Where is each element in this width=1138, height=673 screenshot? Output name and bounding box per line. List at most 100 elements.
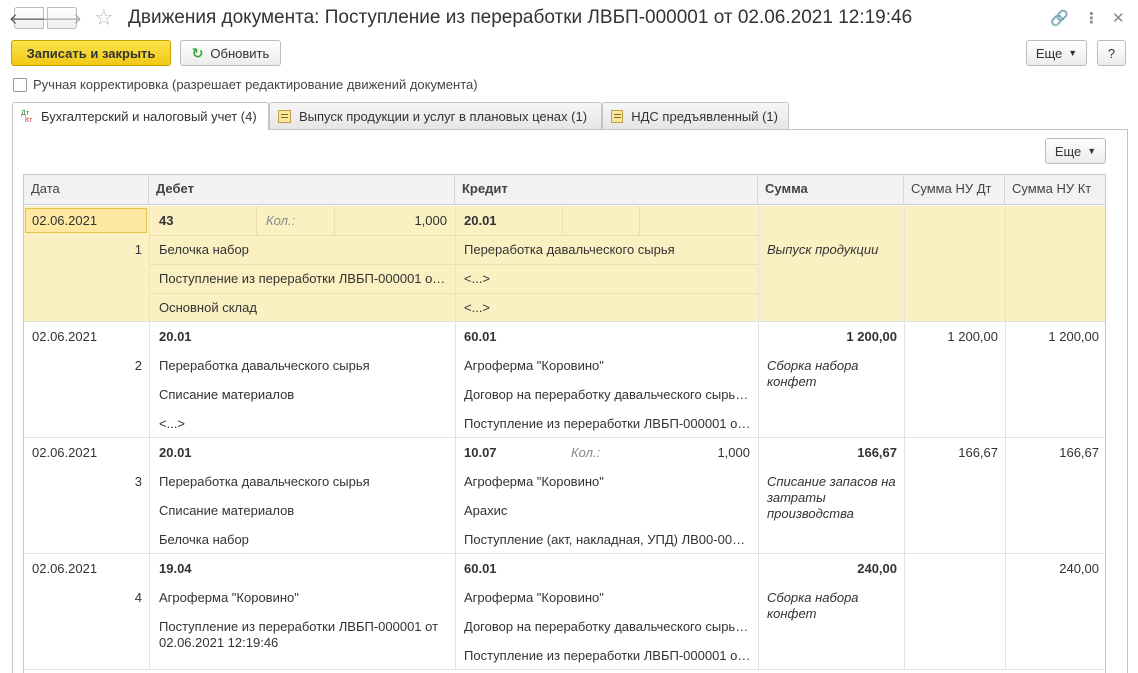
credit-account: 60.01	[464, 329, 497, 344]
title-bar: 🡐 🡒 ☆ Движения документа: Поступление из…	[0, 0, 1138, 36]
column-divider	[904, 322, 905, 438]
column-divider	[149, 438, 150, 554]
row-sum-nu-kt: 1 200,00	[1048, 329, 1099, 344]
column-divider	[904, 438, 905, 554]
register-icon	[278, 109, 291, 123]
row-number: 4	[134, 590, 142, 605]
debit-subconto: Поступление из переработки ЛВБП-000001 о…	[159, 271, 449, 286]
table-more-label: Еще	[1054, 143, 1082, 159]
debit-subconto: Агроферма "Коровино"	[159, 590, 299, 605]
row-content: Сборка набора конфет	[767, 590, 859, 621]
row-sum-nu-kt: 166,67	[1059, 445, 1099, 460]
column-header-sum-nu-kt[interactable]: Сумма НУ Кт	[1005, 175, 1105, 205]
subrow-divider	[455, 293, 758, 294]
subcell-divider	[562, 206, 563, 235]
column-divider	[1005, 554, 1006, 670]
credit-account: 20.01	[464, 213, 497, 228]
register-icon	[611, 109, 624, 123]
row-sum-nu-dt: 1 200,00	[947, 329, 998, 344]
movements-table[interactable]: Дата Дебет Кредит Сумма Сумма НУ Дт Сумм…	[23, 174, 1106, 673]
credit-subconto: Поступление из переработки ЛВБП-000001 о…	[464, 648, 751, 663]
favorite-star-icon[interactable]: ☆	[94, 5, 114, 31]
tab-vat[interactable]: НДС предъявленный (1)	[602, 102, 789, 129]
credit-subconto: Арахис	[464, 503, 508, 518]
row-date: 02.06.2021	[32, 213, 98, 228]
tab-accounting[interactable]: Дт Кт Бухгалтерский и налоговый учет (4)	[12, 102, 269, 130]
debit-account: 20.01	[159, 329, 192, 344]
row-number: 3	[134, 474, 142, 489]
table-more-button[interactable]: Еще ▼	[1045, 138, 1106, 164]
credit-subconto: Агроферма "Коровино"	[464, 474, 604, 489]
debit-subconto: Поступление из переработки ЛВБП-000001 о…	[159, 619, 439, 650]
debit-subconto: <...>	[159, 416, 186, 431]
row-date: 02.06.2021	[32, 561, 98, 576]
subrow-divider	[149, 235, 455, 236]
column-divider	[1005, 438, 1006, 554]
table-row[interactable]: 02.06.2021 3 20.01 Переработка давальческог…	[24, 438, 1105, 554]
credit-account: 60.01	[464, 561, 497, 576]
help-label: ?	[1107, 45, 1116, 61]
debit-subconto: Белочка набор	[159, 532, 249, 547]
row-date: 02.06.2021	[32, 445, 98, 460]
forward-button[interactable]: 🡒	[42, 7, 82, 29]
subrow-divider	[149, 293, 455, 294]
credit-qty: 1,000	[717, 445, 750, 460]
column-divider	[149, 322, 150, 438]
dropdown-arrow-icon: ▼	[1068, 48, 1078, 58]
table-row[interactable]: 02.06.2021 2 20.01 Переработка давальческог…	[24, 322, 1105, 438]
close-icon[interactable]: ✕	[1112, 9, 1125, 27]
column-header-debit[interactable]: Дебет	[149, 175, 455, 205]
table-row[interactable]: 02.06.2021 1 43 Кол.: 1,000 Белочка набор Пост…	[24, 206, 1105, 322]
debit-account: 43	[159, 213, 174, 228]
more-label: Еще	[1035, 45, 1063, 61]
credit-subconto: <...>	[464, 300, 491, 315]
table-header: Дата Дебет Кредит Сумма Сумма НУ Дт Сумм…	[24, 175, 1105, 205]
column-divider	[1005, 322, 1006, 438]
column-divider	[149, 554, 150, 670]
subcell-divider	[334, 206, 335, 235]
row-sum: 1 200,00	[846, 329, 897, 344]
debit-qty-label: Кол.:	[266, 213, 296, 228]
tab-planned-prices[interactable]: Выпуск продукции и услуг в плановых цена…	[269, 102, 602, 129]
row-sum: 240,00	[857, 561, 897, 576]
save-and-close-button[interactable]: Записать и закрыть	[11, 40, 171, 66]
row-sum-nu-kt: 240,00	[1059, 561, 1099, 576]
more-button[interactable]: Еще ▼	[1026, 40, 1087, 66]
refresh-button[interactable]: ↻ Обновить	[180, 40, 281, 66]
column-header-date[interactable]: Дата	[24, 175, 149, 205]
help-button[interactable]: ?	[1097, 40, 1126, 66]
column-header-sum-nu-dt[interactable]: Сумма НУ Дт	[904, 175, 1005, 205]
credit-subconto: Поступление из переработки ЛВБП-000001 о…	[464, 416, 751, 431]
row-sum: 166,67	[857, 445, 897, 460]
row-number: 2	[134, 358, 142, 373]
tab-planned-prices-label: Выпуск продукции и услуг в плановых цена…	[299, 108, 588, 124]
column-divider	[455, 438, 456, 554]
debit-subconto: Списание материалов	[159, 387, 295, 402]
debit-subconto: Списание материалов	[159, 503, 295, 518]
column-divider	[904, 206, 905, 322]
arrow-right-icon: 🡒	[41, 10, 83, 28]
table-row[interactable]: 02.06.2021 4 19.04 Агроферма "Коровино" Пост…	[24, 554, 1105, 670]
subrow-divider	[149, 264, 455, 265]
column-header-credit[interactable]: Кредит	[455, 175, 758, 205]
more-vertical-icon[interactable]: ⋮	[1084, 9, 1099, 27]
column-divider	[758, 554, 759, 670]
window-title: Движения документа: Поступление из перер…	[128, 7, 913, 28]
manual-adjust-label: Ручная корректировка (разрешает редактир…	[33, 77, 478, 92]
credit-subconto: <...>	[464, 271, 491, 286]
row-content: Списание запасов на затраты производства	[767, 474, 896, 521]
column-divider	[455, 322, 456, 438]
dropdown-arrow-icon: ▼	[1087, 146, 1097, 156]
manual-adjust-checkbox[interactable]	[13, 78, 27, 92]
credit-subconto: Агроферма "Коровино"	[464, 590, 604, 605]
save-and-close-label: Записать и закрыть	[26, 45, 156, 61]
row-content: Выпуск продукции	[767, 242, 879, 257]
column-header-sum[interactable]: Сумма	[758, 175, 904, 205]
back-button[interactable]: 🡐	[9, 7, 49, 29]
subrow-divider	[455, 264, 758, 265]
column-divider	[758, 206, 759, 322]
link-icon[interactable]: 🔗	[1050, 9, 1069, 27]
credit-subconto: Переработка давальческого сырья	[464, 242, 675, 257]
debit-subconto: Основной склад	[159, 300, 257, 315]
refresh-label: Обновить	[210, 45, 270, 61]
